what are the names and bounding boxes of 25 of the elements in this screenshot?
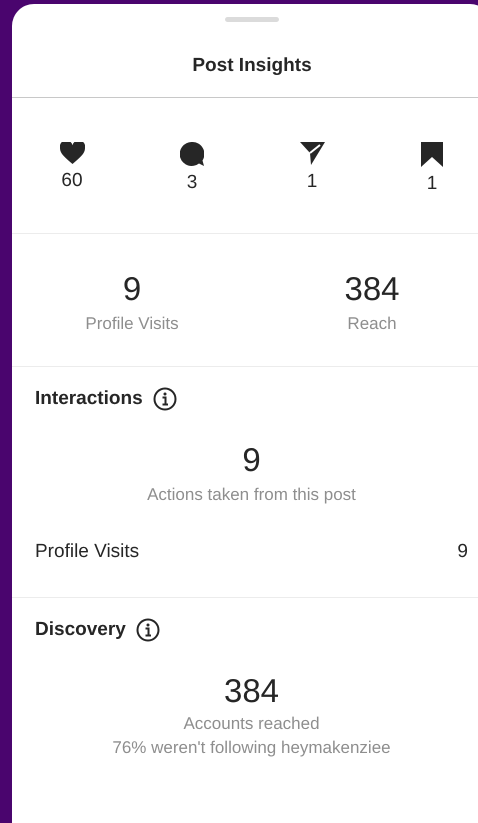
stat-value: 9 [122, 270, 142, 308]
sheet-title: Post Insights [12, 22, 478, 98]
info-icon[interactable] [136, 618, 160, 642]
engagement-count: 3 [186, 172, 198, 194]
speech-bubble-icon [180, 142, 204, 166]
stat-caption: Accounts reached [183, 714, 320, 734]
stat-label: Profile Visits [85, 314, 179, 334]
paper-plane-icon [300, 142, 324, 165]
section-heading: Discovery [35, 619, 126, 641]
bookmark-icon [421, 142, 443, 167]
engagement-count: 1 [426, 173, 438, 195]
engagement-count: 1 [306, 171, 318, 193]
section-heading: Interactions [35, 388, 143, 410]
metric-value: 9 [457, 541, 468, 563]
stat-caption: Actions taken from this post [147, 485, 356, 505]
stat-value: 9 [242, 441, 261, 479]
stat-value: 384 [224, 672, 280, 710]
metric-label: Profile Visits [35, 541, 140, 563]
heart-icon [60, 142, 84, 164]
drag-handle[interactable] [225, 17, 279, 22]
engagement-count: 60 [61, 170, 83, 192]
stat-label: Reach [347, 314, 397, 334]
info-icon[interactable] [152, 387, 177, 411]
stat-note: 76% weren't following heymakenziee [112, 738, 391, 758]
stat-value: 384 [344, 270, 400, 308]
